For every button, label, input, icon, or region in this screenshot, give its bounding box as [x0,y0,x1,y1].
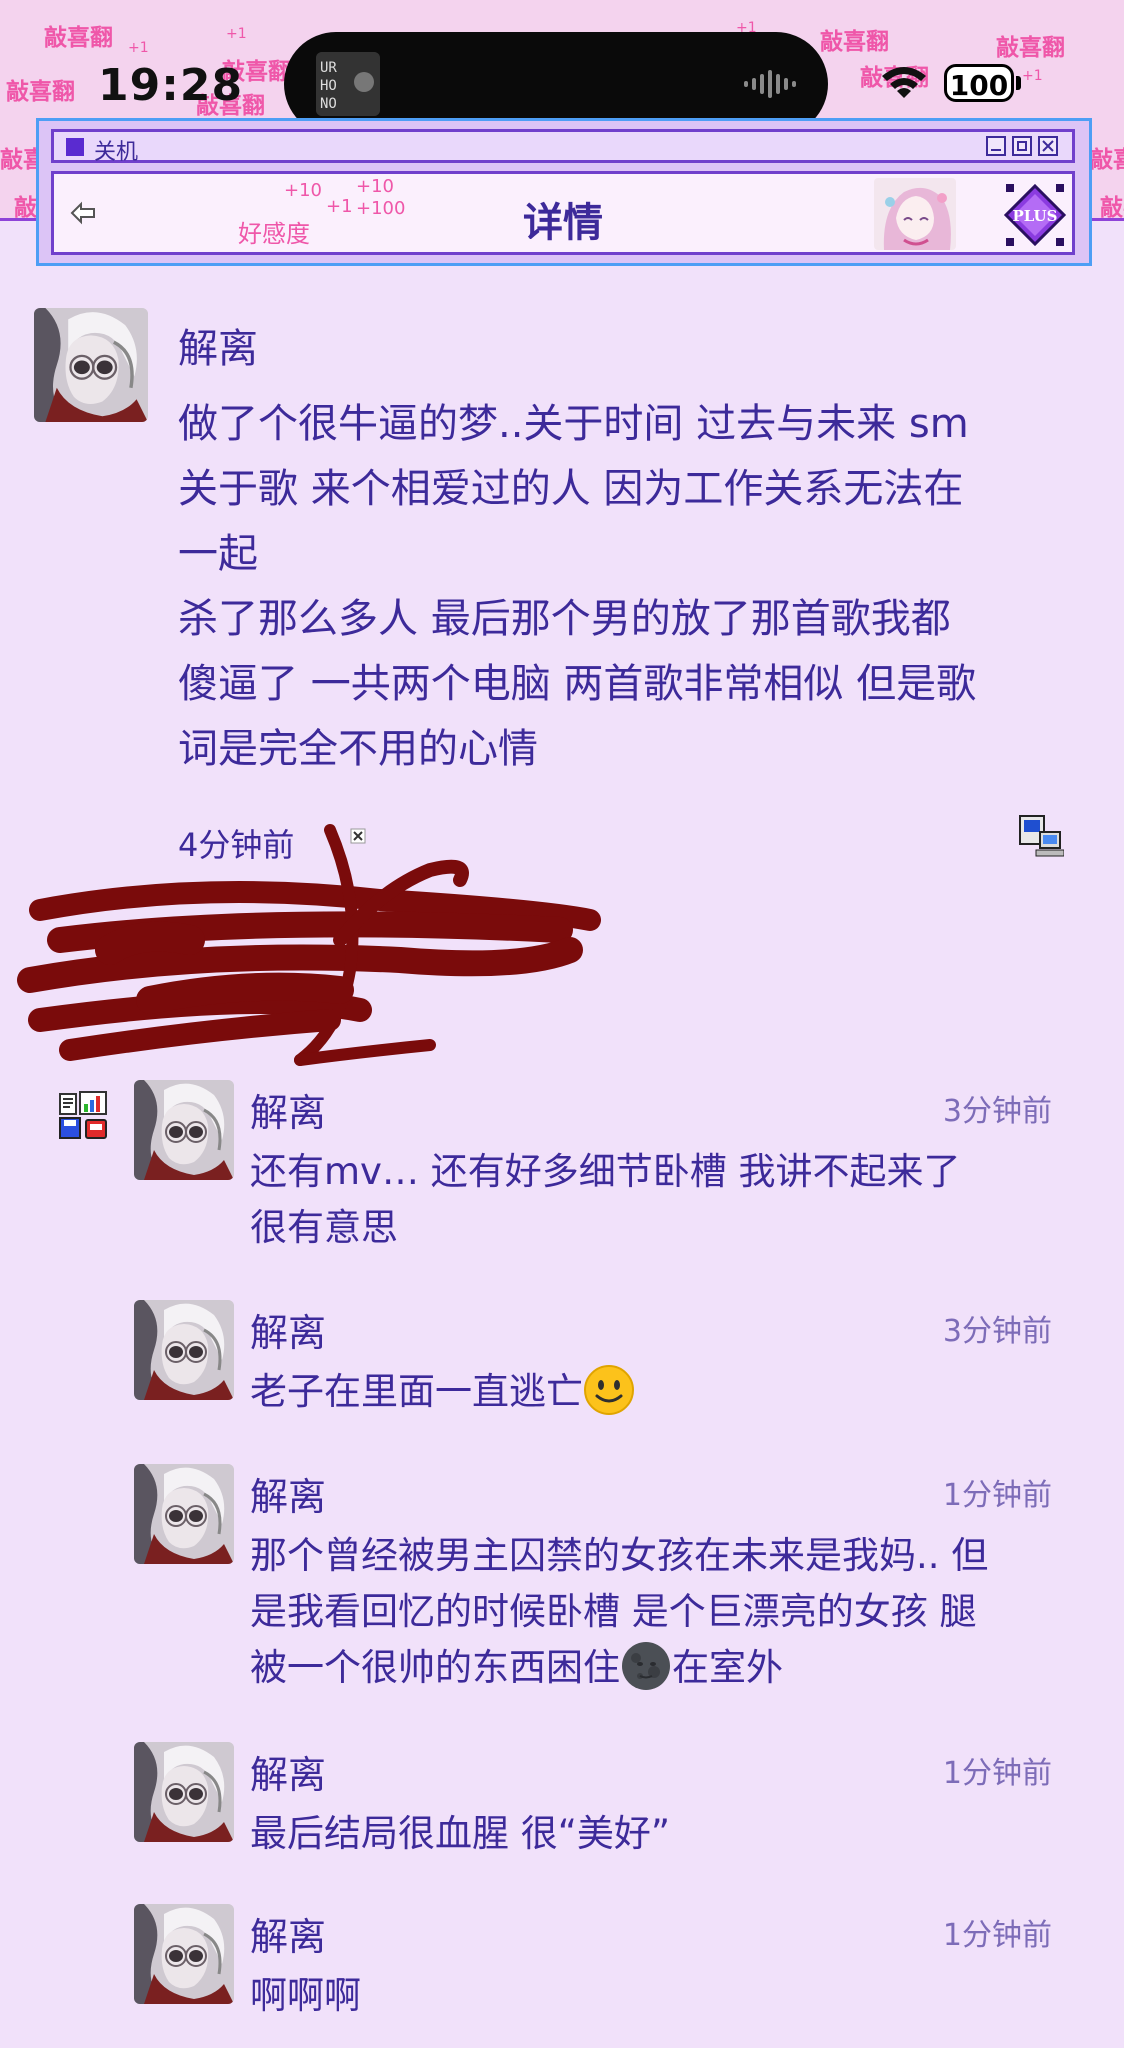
battery-indicator: 100 [944,64,1014,102]
comment-avatar[interactable] [134,1464,234,1564]
top-decor-bar: 敲喜翻 敲喜翻 敲喜翻 敲喜翻 敲喜翻 敲喜翻 敲喜翻 敲喜翻 敲喜翻 敲喜翻 … [0,0,1124,266]
comment-author[interactable]: 解离 [250,1466,326,1521]
scribble-redaction [17,824,601,1066]
plus-badge-text: PLUS [1013,207,1058,225]
anime-avatar[interactable] [874,178,956,250]
decor-text: 敲喜翻 [44,25,113,51]
wifi-icon [882,67,926,98]
comment-time: 1分钟前 [942,1918,1052,1953]
comment-author[interactable]: 解离 [250,1906,326,1961]
comment-avatar[interactable] [134,1300,234,1400]
decor-text: 敲喜翻 [996,35,1065,61]
decor-plus-one: +1 [226,26,247,42]
comment-author[interactable]: 解离 [250,1082,326,1137]
minimize-icon[interactable] [986,136,1006,156]
computer-icon[interactable] [1018,814,1064,858]
decor-text: 敲喜翻 [820,29,889,55]
comment-avatar[interactable] [134,1904,234,2004]
battery-cap [1016,76,1021,90]
comment-time: 1分钟前 [942,1756,1052,1791]
post-author-avatar[interactable] [34,308,148,422]
comment-text-part: 老子在里面一直逃亡 [250,1370,583,1413]
decor-plus-one: +1 [1022,68,1043,84]
decor-text: 敲喜翻 [1100,195,1124,221]
post-body: 做了个很牛逼的梦..关于时间 过去与未来 sm 关于歌 来个相爱过的人 因为工作… [178,401,977,772]
slightly-smiling-face-icon [584,1365,634,1415]
retro-window: 关机 +10 +10 +1 +100 好感度 详情 PLUS [36,118,1092,266]
svg-text:NO: NO [320,96,337,112]
svg-text:UR: UR [320,60,337,76]
window-body: +10 +10 +1 +100 好感度 详情 PLUS [51,171,1075,255]
window-titlebar: 关机 [51,129,1075,165]
album-art-icon: UR HO NO [316,52,380,116]
comment-text: 最后结局很血腥 很“美好” [250,1812,671,1855]
comment-avatar[interactable] [134,1080,234,1180]
comment-text: 啊啊啊 [250,1974,361,2017]
office-tools-icon[interactable] [58,1090,110,1142]
maximize-icon[interactable] [1012,136,1032,156]
svg-text:HO: HO [320,78,337,94]
window-app-icon [66,138,84,156]
comment-author[interactable]: 解离 [250,1302,326,1357]
decor-plus-one: +1 [128,40,149,56]
decor-text: 敲喜翻 [6,79,75,105]
comment-time: 3分钟前 [942,1314,1052,1349]
status-time: 19:28 [98,60,244,111]
comment-text-part: 在室外 [672,1646,783,1689]
new-moon-face-icon [622,1642,670,1690]
plus-badge-icon[interactable]: PLUS [1004,184,1066,246]
comment-text: 老子在里面一直逃亡 [250,1364,1110,1420]
decor-text: 敲喜翻 [1090,147,1124,173]
comment-text: 那个曾经被男主囚禁的女孩在未来是我妈.. 但 是我看回忆的时候卧槽 是个巨漂亮的… [250,1528,1110,1696]
comment-time: 3分钟前 [942,1094,1052,1129]
post-author-name[interactable]: 解离 [178,316,258,374]
comment-time: 1分钟前 [942,1478,1052,1513]
window-title: 关机 [94,140,139,165]
close-icon[interactable] [1038,136,1058,156]
comment-author[interactable]: 解离 [250,1744,326,1799]
comment-text: 还有mv… 还有好多细节卧槽 我讲不起来了 很有意思 [250,1150,961,1249]
comment-avatar[interactable] [134,1742,234,1842]
audio-waveform-icon [744,70,796,98]
